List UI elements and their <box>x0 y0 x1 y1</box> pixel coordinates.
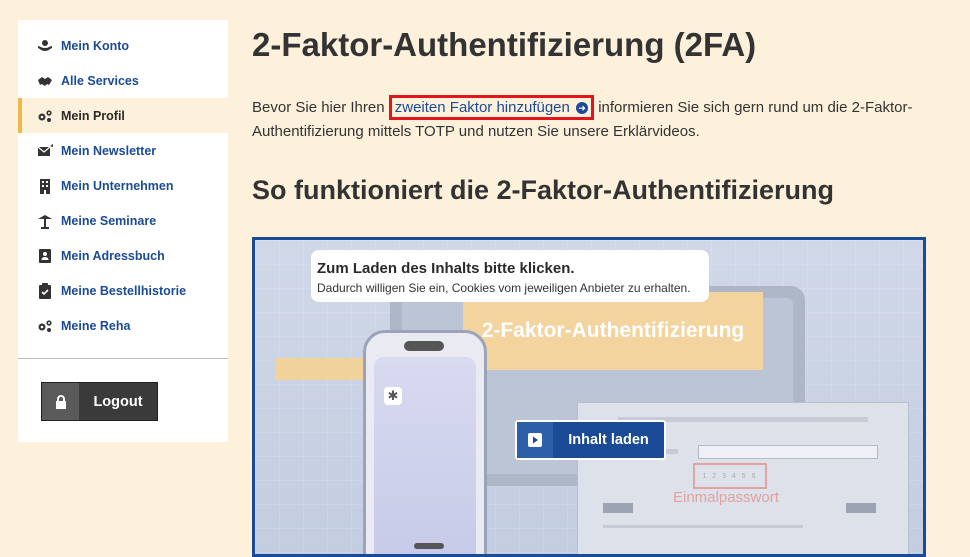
sidebar-item-label: Mein Unternehmen <box>61 178 174 193</box>
video-preview-phone: ✱ <box>363 330 487 554</box>
form-button-preview <box>603 503 633 513</box>
gears-icon <box>36 107 54 125</box>
address-book-icon <box>36 247 54 265</box>
sidebar-item-label: Meine Seminare <box>61 213 157 228</box>
envelope-icon <box>36 142 54 160</box>
sidebar-item-meine-reha[interactable]: Meine Reha <box>18 308 228 343</box>
load-content-button[interactable]: Inhalt laden <box>515 420 666 460</box>
form-line <box>603 525 803 528</box>
sidebar-divider <box>18 358 228 359</box>
gears-icon <box>36 317 54 335</box>
sidebar-item-label: Alle Services <box>61 73 139 88</box>
form-button-preview <box>846 503 876 513</box>
sidebar-item-mein-unternehmen[interactable]: Mein Unternehmen <box>18 168 228 203</box>
asterisk-icon: ✱ <box>384 387 402 405</box>
logout-label: Logout <box>93 393 143 410</box>
sidebar-item-label: Mein Adressbuch <box>61 248 165 263</box>
sidebar-item-mein-profil[interactable]: Mein Profil <box>18 98 228 133</box>
sidebar-item-label: Mein Newsletter <box>61 143 157 158</box>
user-hands-icon <box>36 37 54 55</box>
phone-home-bar <box>414 543 444 549</box>
building-icon <box>36 177 54 195</box>
sidebar-item-label: Mein Profil <box>61 108 125 123</box>
logout-button[interactable]: Logout <box>41 382 158 421</box>
lectern-icon <box>36 212 54 230</box>
video-preview-banner: 2-Faktor-Authentifizierung <box>463 292 763 370</box>
intro-paragraph: Bevor Sie hier Ihren zweiten Faktor hinz… <box>252 95 942 144</box>
sidebar-item-mein-konto[interactable]: Mein Konto <box>18 28 228 63</box>
sidebar-item-label: Meine Reha <box>61 318 131 333</box>
sidebar-item-meine-seminare[interactable]: Meine Seminare <box>18 203 228 238</box>
sidebar-item-mein-newsletter[interactable]: Mein Newsletter <box>18 133 228 168</box>
section-title: So funktioniert die 2-Faktor-Authentifiz… <box>252 175 834 205</box>
consent-title: Zum Laden des Inhalts bitte klicken. <box>317 260 575 277</box>
sidebar-item-label: Mein Konto <box>61 38 130 53</box>
sidebar-item-alle-services[interactable]: Alle Services <box>18 63 228 98</box>
video-placeholder: 2-Faktor-Authentifizierung ✱ 1 2 3 4 5 6… <box>252 237 926 557</box>
load-content-label: Inhalt laden <box>568 432 649 448</box>
lock-icon <box>42 383 79 420</box>
sidebar-item-meine-bestellhistorie[interactable]: Meine Bestellhistorie <box>18 273 228 308</box>
add-second-factor-link[interactable]: zweiten Faktor hinzufügen ➜ <box>388 95 595 120</box>
arrow-right-circle-icon: ➜ <box>576 102 589 115</box>
phone-notch <box>404 341 444 351</box>
otp-label: Einmalpasswort <box>673 489 779 506</box>
sidebar: Mein Konto Alle Services Mein Profil Mei… <box>18 20 228 442</box>
consent-text: Dadurch willigen Sie ein, Cookies vom je… <box>317 281 691 295</box>
form-input-preview <box>698 445 878 459</box>
consent-box: Zum Laden des Inhalts bitte klicken. Dad… <box>311 250 709 302</box>
phone-screen: ✱ <box>374 357 476 554</box>
page-title: 2-Faktor-Authentifizierung (2FA) <box>252 26 757 63</box>
sidebar-item-mein-adressbuch[interactable]: Mein Adressbuch <box>18 238 228 273</box>
intro-text-before: Bevor Sie hier Ihren <box>252 99 389 116</box>
add-second-factor-link-label: zweiten Faktor hinzufügen <box>394 99 570 116</box>
otp-box: 1 2 3 4 5 6 <box>693 463 767 489</box>
video-preview-arrow <box>275 352 379 386</box>
handshake-icon <box>36 72 54 90</box>
play-icon <box>517 422 553 458</box>
sidebar-item-label: Meine Bestellhistorie <box>61 283 187 298</box>
clipboard-check-icon <box>36 282 54 300</box>
